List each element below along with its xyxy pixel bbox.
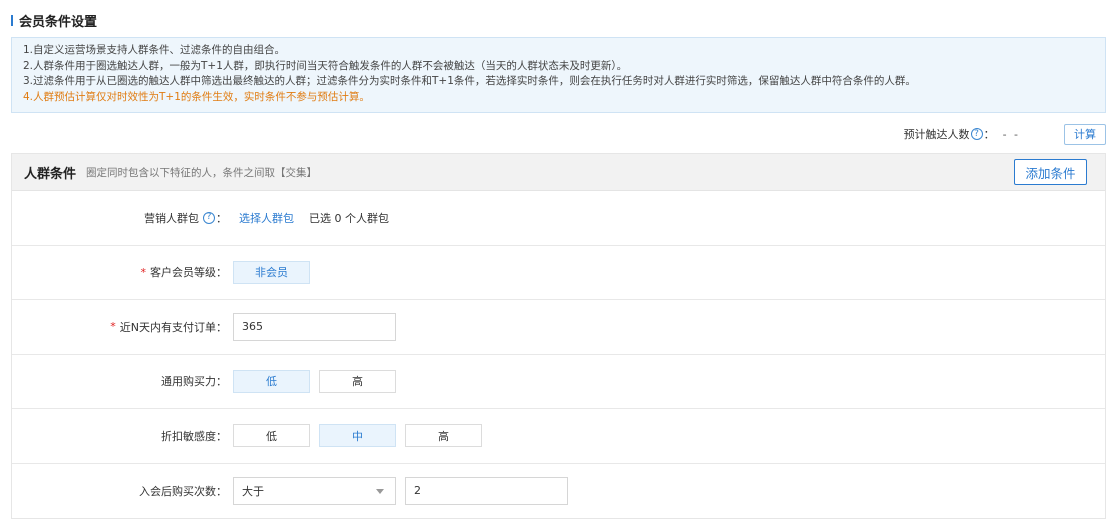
member-level-option[interactable]: 非会员 [233,260,310,284]
row-purchase-power: 通用购买力： 低 高 [12,355,1105,409]
row-marketing-package: 营销人群包 ? ： 选择人群包 已选 0 个人群包 [12,191,1105,246]
page-title: 会员条件设置 [19,14,98,30]
notice-line-3: 3.过滤条件用于从已圈选的触达人群中筛选出最终触达的人群；过滤条件分为实时条件和… [23,75,916,87]
recent-orders-label: * 近N天内有支付订单： [110,320,227,334]
calculate-button[interactable]: 计算 [1064,123,1106,145]
info-notice: 1.自定义运营场景支持人群条件、过滤条件的自由组合。 2.人群条件用于圈选触达人… [11,37,1106,113]
row-discount-sensitivity: 折扣敏感度： 低 中 高 [12,409,1105,464]
select-package-link[interactable]: 选择人群包 [239,210,294,226]
notice-line-4: 4.人群预估计算仅对时效性为T+1的条件生效，实时条件不参与预估计算。 [23,90,370,103]
discount-medium-option[interactable]: 中 [319,424,396,448]
discount-sensitivity-label: 折扣敏感度： [161,429,227,443]
selected-package-count: 已选 0 个人群包 [309,211,389,225]
discount-high-option[interactable]: 高 [405,424,482,448]
estimate-label: 预计触达人数 [903,128,970,141]
row-recent-orders: * 近N天内有支付订单： 365 [12,300,1105,355]
row-member-level: * 客户会员等级： 非会员 [12,246,1105,300]
crowd-condition-panel: 人群条件 圈定同时包含以下特征的人，条件之间取【交集】 添加条件 营销人群包 ?… [11,153,1106,519]
panel-header: 人群条件 圈定同时包含以下特征的人，条件之间取【交集】 添加条件 [12,154,1105,191]
notice-line-1: 1.自定义运营场景支持人群条件、过滤条件的自由组合。 [23,44,286,56]
help-icon[interactable]: ? [203,211,215,224]
estimate-value: - - [1002,127,1020,141]
page-title-bar: 会员条件设置 [11,11,98,30]
row-purchase-count: 入会后购买次数： 大于 2 [12,464,1105,519]
recent-days-input[interactable]: 365 [233,312,396,341]
purchase-power-high-option[interactable]: 高 [319,369,396,393]
required-mark: * [140,265,147,279]
panel-title: 人群条件 [24,166,77,182]
notice-line-2: 2.人群条件用于圈选触达人群，一般为T+1人群，即执行时间当天符合触发条件的人群… [23,59,628,72]
operator-select[interactable]: 大于 [233,476,396,505]
title-accent-bar [11,14,13,26]
chevron-down-icon [376,488,384,494]
discount-low-option[interactable]: 低 [233,424,310,448]
purchase-power-label: 通用购买力： [161,375,227,389]
purchase-count-label: 入会后购买次数： [139,484,227,498]
help-icon[interactable]: ? [970,128,983,140]
required-mark: * [110,320,116,334]
panel-description: 圈定同时包含以下特征的人，条件之间取【交集】 [86,166,318,179]
marketing-package-label: 营销人群包 ? ： [144,211,227,225]
estimate-bar: 预计触达人数 ? ： - - 计算 [904,123,1106,145]
purchase-power-low-option[interactable]: 低 [233,369,310,393]
purchase-count-input[interactable]: 2 [405,476,568,505]
member-level-label: * 客户会员等级： [140,265,228,280]
add-condition-button[interactable]: 添加条件 [1014,159,1087,185]
estimate-colon: ： [983,128,995,141]
